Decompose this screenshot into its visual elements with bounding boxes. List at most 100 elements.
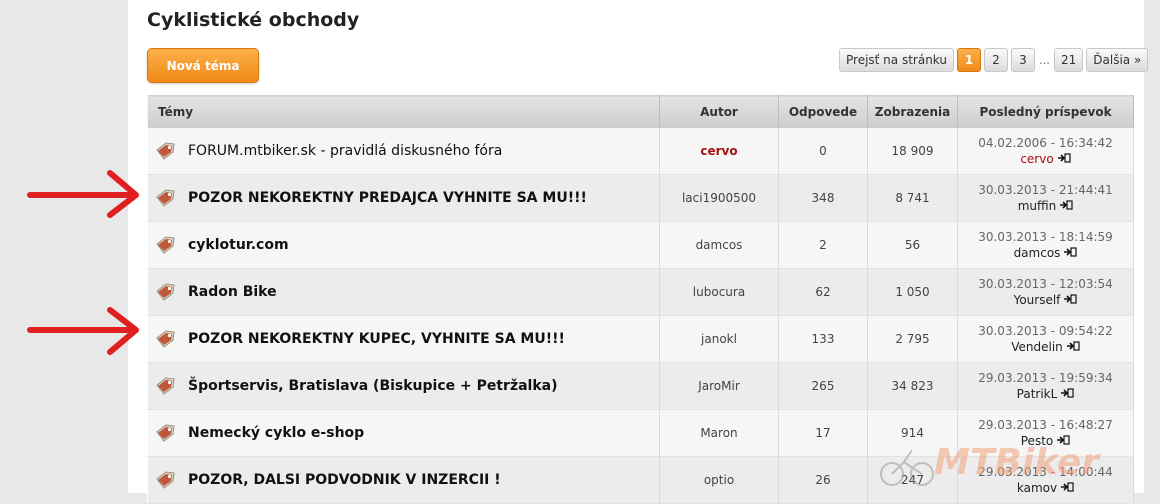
mtbiker-watermark: MTBiker	[876, 440, 1156, 490]
goto-last-post-icon[interactable]	[1059, 198, 1073, 214]
views-count: 34 823	[867, 362, 958, 410]
last-post-date: 30.03.2013 - 12:03:54	[978, 276, 1113, 291]
author-link[interactable]: lubocura	[693, 285, 745, 299]
watermark-text: MTBiker	[934, 442, 1099, 483]
tag-icon	[154, 188, 176, 208]
last-post-user-link[interactable]: cervo	[1020, 152, 1053, 166]
goto-last-post-icon[interactable]	[1063, 292, 1078, 308]
header-topics[interactable]: Témy	[147, 95, 660, 128]
table-row: Športservis, Bratislava (Biskupice + Pet…	[147, 362, 1134, 410]
page-link[interactable]: 3	[1011, 48, 1035, 72]
replies-count: 348	[778, 174, 868, 222]
cyclist-logo-icon	[880, 449, 934, 486]
author-cell: lubocura	[659, 268, 779, 316]
replies-count: 62	[778, 268, 868, 316]
topic-cell: POZOR NEKOREKTNY KUPEC, VYHNITE SA MU!!!	[147, 315, 660, 363]
header-views[interactable]: Zobrazenia	[867, 95, 958, 128]
topic-title-link[interactable]: FORUM.mtbiker.sk - pravidlá diskusného f…	[188, 143, 502, 159]
author-link[interactable]: JaroMir	[698, 379, 740, 393]
goto-last-post-icon[interactable]	[1060, 386, 1074, 402]
red-arrow-annotation	[27, 170, 139, 218]
author-cell: laci1900500	[659, 174, 779, 222]
last-post-cell: 30.03.2013 - 09:54:22 Vendelin	[957, 315, 1134, 363]
author-link[interactable]: optio	[704, 473, 734, 487]
topic-title-link[interactable]: POZOR NEKOREKTNY PREDAJCA VYHNITE SA MU!…	[188, 190, 587, 206]
page-current[interactable]: 1	[957, 48, 981, 72]
tag-icon	[154, 141, 176, 161]
topic-cell: Radon Bike	[147, 268, 660, 316]
last-post-user-link[interactable]: muffin	[1018, 199, 1057, 213]
author-cell: janokl	[659, 315, 779, 363]
goto-last-post-icon[interactable]	[1066, 339, 1080, 355]
views-count: 18 909	[867, 128, 958, 175]
header-replies[interactable]: Odpovede	[778, 95, 868, 128]
author-cell: damcos	[659, 221, 779, 269]
next-page-button[interactable]: Ďalšia »	[1086, 48, 1149, 72]
last-post-cell: 29.03.2013 - 19:59:34 PatrikL	[957, 362, 1134, 410]
replies-count: 17	[778, 409, 868, 457]
topic-title-link[interactable]: POZOR, DALSI PODVODNIK V INZERCII !	[188, 472, 501, 488]
author-link[interactable]: damcos	[696, 238, 743, 252]
page-last[interactable]: 21	[1054, 48, 1084, 72]
last-post-date: 04.02.2006 - 16:34:42	[978, 135, 1113, 150]
goto-last-post-icon[interactable]	[1063, 245, 1078, 261]
author-cell: cervo	[659, 128, 779, 175]
replies-count: 0	[778, 128, 868, 175]
last-post-user-link[interactable]: damcos	[1014, 246, 1061, 260]
last-post-date: 29.03.2013 - 19:59:34	[978, 370, 1113, 385]
table-row: POZOR NEKOREKTNY KUPEC, VYHNITE SA MU!!!…	[147, 315, 1134, 363]
views-count: 2 795	[867, 315, 958, 363]
topic-cell: POZOR, DALSI PODVODNIK V INZERCII !	[147, 456, 660, 504]
goto-last-post-icon[interactable]	[1057, 151, 1071, 167]
last-post-date: 30.03.2013 - 09:54:22	[978, 323, 1113, 338]
author-cell: JaroMir	[659, 362, 779, 410]
replies-count: 2	[778, 221, 868, 269]
last-post-cell: 30.03.2013 - 12:03:54 Yourself	[957, 268, 1134, 316]
tag-icon	[154, 282, 176, 302]
topic-title-link[interactable]: Radon Bike	[188, 284, 277, 300]
table-row: Radon Bike lubocura 62 1 050 30.03.2013 - 12…	[147, 268, 1134, 316]
author-link[interactable]: cervo	[700, 144, 737, 158]
header-author[interactable]: Autor	[659, 95, 779, 128]
tag-icon	[154, 376, 176, 396]
replies-count: 133	[778, 315, 868, 363]
page-title: Cyklistické obchody	[147, 9, 360, 31]
replies-count: 265	[778, 362, 868, 410]
topic-cell: Športservis, Bratislava (Biskupice + Pet…	[147, 362, 660, 410]
last-post-user-link[interactable]: Yourself	[1014, 293, 1061, 307]
topic-title-link[interactable]: POZOR NEKOREKTNY KUPEC, VYHNITE SA MU!!!	[188, 331, 565, 347]
pagination: Prejsť na stránku 1 2 3 … 21 Ďalšia »	[839, 48, 1149, 72]
topic-cell: FORUM.mtbiker.sk - pravidlá diskusného f…	[147, 128, 660, 175]
table-row: POZOR NEKOREKTNY PREDAJCA VYHNITE SA MU!…	[147, 174, 1134, 222]
last-post-user-link[interactable]: Vendelin	[1011, 340, 1063, 354]
topic-title-link[interactable]: Nemecký cyklo e-shop	[188, 425, 364, 441]
table-row: FORUM.mtbiker.sk - pravidlá diskusného f…	[147, 128, 1134, 175]
table-row: cyklotur.com damcos 2 56 30.03.2013 - 18:14:…	[147, 221, 1134, 269]
new-topic-button[interactable]: Nová téma	[147, 48, 259, 83]
author-cell: optio	[659, 456, 779, 504]
tag-icon	[154, 235, 176, 255]
views-count: 56	[867, 221, 958, 269]
replies-count: 26	[778, 456, 868, 504]
pagination-ellipsis: …	[1039, 53, 1050, 67]
last-post-user-link[interactable]: PatrikL	[1017, 387, 1058, 401]
tag-icon	[154, 329, 176, 349]
author-link[interactable]: laci1900500	[682, 191, 756, 205]
header-last-post[interactable]: Posledný príspevok	[957, 95, 1134, 128]
tag-icon	[154, 423, 176, 443]
topic-title-link[interactable]: cyklotur.com	[188, 237, 289, 253]
last-post-cell: 30.03.2013 - 18:14:59 damcos	[957, 221, 1134, 269]
last-post-date: 29.03.2013 - 16:48:27	[978, 417, 1113, 432]
views-count: 8 741	[867, 174, 958, 222]
jump-to-page-button[interactable]: Prejsť na stránku	[839, 48, 954, 72]
last-post-date: 30.03.2013 - 21:44:41	[978, 182, 1113, 197]
table-header-row: Témy Autor Odpovede Zobrazenia Posledný …	[147, 95, 1134, 128]
page-link[interactable]: 2	[984, 48, 1008, 72]
topic-cell: cyklotur.com	[147, 221, 660, 269]
topic-title-link[interactable]: Športservis, Bratislava (Biskupice + Pet…	[188, 378, 558, 394]
author-link[interactable]: janokl	[701, 332, 737, 346]
last-post-cell: 04.02.2006 - 16:34:42 cervo	[957, 128, 1134, 175]
views-count: 1 050	[867, 268, 958, 316]
last-post-date: 30.03.2013 - 18:14:59	[978, 229, 1113, 244]
author-link[interactable]: Maron	[700, 426, 737, 440]
